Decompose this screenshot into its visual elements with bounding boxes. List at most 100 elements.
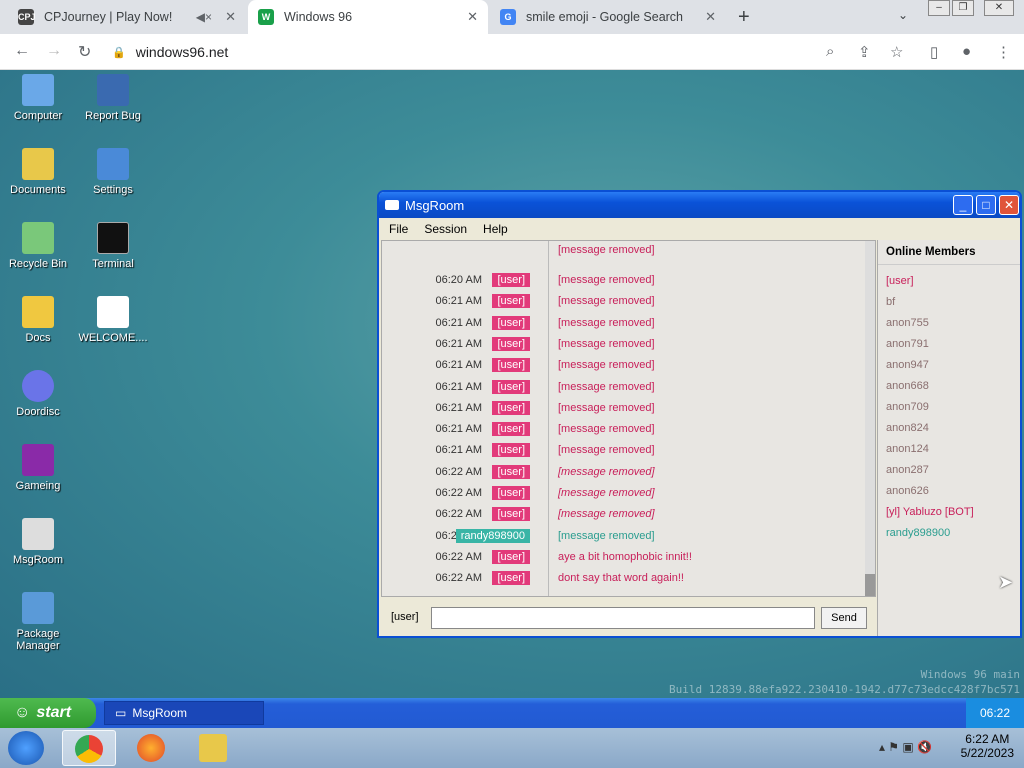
- close-icon[interactable]: ✕: [705, 9, 716, 25]
- message-input[interactable]: [431, 607, 815, 629]
- desktop-icon-docs[interactable]: Docs: [0, 296, 76, 344]
- message-text: [message removed]: [558, 401, 655, 414]
- message-nick[interactable]: [user]: [492, 294, 530, 309]
- tab-google-search[interactable]: G smile emoji - Google Search ✕: [490, 0, 726, 34]
- menu-kebab-icon[interactable]: ⋮: [996, 43, 1011, 61]
- message-nick[interactable]: [user]: [492, 464, 530, 479]
- message-nick[interactable]: [user]: [492, 486, 530, 500]
- member-item[interactable]: anon124: [878, 439, 1020, 460]
- menu-file[interactable]: File: [389, 222, 408, 236]
- member-item[interactable]: anon947: [878, 355, 1020, 376]
- close-window-icon[interactable]: ✕: [984, 0, 1014, 16]
- send-button[interactable]: Send: [821, 607, 867, 629]
- new-tab-icon[interactable]: +: [738, 6, 750, 29]
- member-item[interactable]: anon791: [878, 334, 1020, 355]
- minimize-icon[interactable]: –: [928, 0, 950, 16]
- msgroom-window[interactable]: MsgRoom _ □ ✕ File Session Help [message…: [377, 190, 1022, 638]
- restore-icon[interactable]: ❐: [952, 0, 974, 16]
- member-item[interactable]: anon668: [878, 376, 1020, 397]
- profile-avatar-icon[interactable]: ●: [962, 43, 971, 60]
- member-item[interactable]: anon626: [878, 481, 1020, 502]
- speaker-mute-icon[interactable]: ◀×: [196, 10, 212, 24]
- url-text: windows96.net: [135, 44, 229, 60]
- desktop-icon-settings[interactable]: Settings: [75, 148, 151, 196]
- desktop-icon-msgroom[interactable]: MsgRoom: [0, 518, 76, 566]
- start-button[interactable]: ☺ start: [0, 698, 96, 728]
- message-time: 06:21 AM: [435, 401, 482, 414]
- message-time: 06:21 AM: [435, 380, 482, 393]
- message-nick[interactable]: [user]: [492, 336, 530, 351]
- search-icon[interactable]: ⌕: [826, 43, 834, 60]
- desktop-icon-doordisc[interactable]: Doordisc: [0, 370, 76, 418]
- member-item[interactable]: anon755: [878, 313, 1020, 334]
- desktop-icon-terminal[interactable]: Terminal: [75, 222, 151, 270]
- forward-icon[interactable]: →: [46, 42, 62, 60]
- desktop-icon-package-manager[interactable]: Package Manager: [0, 592, 76, 652]
- message-nick[interactable]: [user]: [492, 315, 530, 330]
- tab-windows96[interactable]: W Windows 96 ✕: [248, 0, 488, 34]
- icon-label: Settings: [93, 184, 133, 196]
- message-text: [message removed]: [558, 274, 655, 286]
- window-titlebar[interactable]: MsgRoom: [379, 192, 1020, 218]
- message-nick[interactable]: randy898900: [455, 528, 530, 543]
- message-nick[interactable]: [user]: [492, 358, 530, 373]
- taskbar-item-msgroom[interactable]: ▭ MsgRoom: [104, 701, 264, 725]
- side-panel-icon[interactable]: ▯: [930, 43, 938, 61]
- message-text: [message removed]: [558, 337, 655, 350]
- bookmark-star-icon[interactable]: ☆: [890, 43, 903, 61]
- message-nick[interactable]: [user]: [492, 549, 530, 564]
- message-nick[interactable]: [user]: [492, 443, 530, 458]
- firefox-taskbar-button[interactable]: [124, 730, 178, 766]
- message-text: [message removed]: [558, 529, 655, 542]
- member-item[interactable]: bf: [878, 292, 1020, 313]
- reload-icon[interactable]: ↻: [78, 42, 91, 62]
- desktop-icon-gameing[interactable]: Gameing: [0, 444, 76, 492]
- url-field[interactable]: 🔒 windows96.net: [112, 38, 822, 66]
- members-heading: Online Members: [878, 240, 1020, 265]
- close-icon[interactable]: ✕: [225, 9, 236, 25]
- docs-folder-icon: [22, 296, 54, 328]
- tab-search-chevron-icon[interactable]: ⌄: [898, 8, 908, 22]
- minimize-icon[interactable]: _: [953, 195, 973, 215]
- message-nick[interactable]: [user]: [492, 571, 530, 586]
- close-icon[interactable]: ✕: [999, 195, 1019, 215]
- scroll-thumb[interactable]: [865, 574, 875, 596]
- desktop-icon-welcome[interactable]: WELCOME....: [75, 296, 151, 344]
- host-clock[interactable]: 6:22 AM 5/22/2023: [961, 732, 1014, 760]
- back-icon[interactable]: ←: [14, 42, 30, 60]
- member-item[interactable]: anon287: [878, 460, 1020, 481]
- chat-scrollbar[interactable]: [865, 241, 875, 596]
- share-icon[interactable]: ⇪: [858, 43, 871, 61]
- message-nick[interactable]: [user]: [492, 507, 530, 522]
- member-item[interactable]: [yl] Yabluzo [BOT]: [878, 502, 1020, 523]
- message-nick[interactable]: [user]: [492, 400, 530, 415]
- desktop-icon-report-bug[interactable]: Report Bug: [75, 74, 151, 122]
- tab-cpjourney[interactable]: CPJ CPJourney | Play Now! ◀× ✕: [8, 0, 246, 34]
- message-text: [message removed]: [558, 295, 655, 308]
- member-item[interactable]: anon824: [878, 418, 1020, 439]
- explorer-taskbar-button[interactable]: [186, 730, 240, 766]
- close-icon[interactable]: ✕: [467, 9, 478, 25]
- firefox-icon: [137, 734, 165, 762]
- message-nick[interactable]: [user]: [492, 273, 530, 287]
- windows-start-orb-icon[interactable]: [8, 731, 44, 765]
- menu-help[interactable]: Help: [483, 222, 508, 236]
- member-item[interactable]: anon709: [878, 397, 1020, 418]
- message-nick[interactable]: [user]: [492, 379, 530, 394]
- desktop-icon-computer[interactable]: Computer: [0, 74, 76, 122]
- message-nick[interactable]: [user]: [492, 422, 530, 437]
- icon-label: Computer: [13, 110, 63, 122]
- tab-title: smile emoji - Google Search: [526, 10, 684, 24]
- google-favicon-icon: G: [500, 9, 516, 25]
- windows96-favicon-icon: W: [258, 9, 274, 25]
- desktop-icon-recycle-bin[interactable]: Recycle Bin: [0, 222, 76, 270]
- chrome-taskbar-button[interactable]: [62, 730, 116, 766]
- system-tray-icons[interactable]: ▴ ⚑ ▣ 🔇: [879, 740, 932, 754]
- menu-session[interactable]: Session: [424, 222, 467, 236]
- member-item[interactable]: [user]: [878, 271, 1020, 292]
- desktop-icon-documents[interactable]: Documents: [0, 148, 76, 196]
- chat-log[interactable]: [message removed] 06:20 AM [user] [message…: [381, 240, 876, 597]
- member-item[interactable]: randy898900: [878, 523, 1020, 544]
- maximize-icon[interactable]: □: [976, 195, 996, 215]
- host-taskbar: ▴ ⚑ ▣ 🔇 6:22 AM 5/22/2023: [0, 728, 1024, 768]
